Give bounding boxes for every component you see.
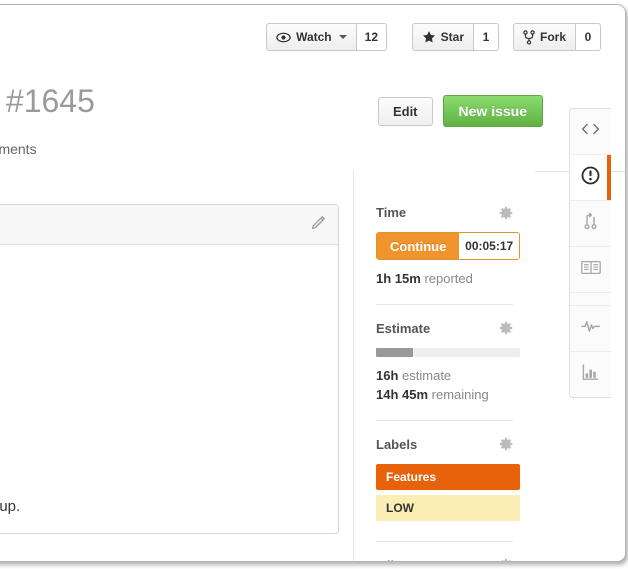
estimate-progress-fill — [376, 347, 414, 357]
fork-count[interactable]: 0 — [575, 23, 601, 51]
rail-item-issues[interactable] — [570, 155, 611, 201]
watch-button[interactable]: Watch — [266, 23, 356, 51]
pencil-icon[interactable] — [309, 215, 326, 237]
graph-icon — [582, 363, 599, 386]
pulse-icon — [580, 319, 601, 338]
continue-timer-button[interactable]: Continue — [377, 233, 460, 259]
issue-opened-icon — [581, 166, 600, 190]
comment-card: roup. — [0, 204, 339, 534]
watch-count[interactable]: 12 — [355, 23, 387, 51]
gear-icon[interactable] — [499, 558, 513, 561]
fork-button-group[interactable]: Fork 0 — [512, 23, 601, 51]
estimate-total: 16h estimate — [376, 366, 513, 386]
gear-icon[interactable] — [499, 321, 513, 335]
time-tracker-control[interactable]: Continue 00:05:17 — [376, 232, 520, 260]
repo-nav-rail — [569, 108, 611, 398]
book-icon — [580, 260, 601, 280]
rail-item-code[interactable] — [570, 109, 611, 155]
time-reported-suffix: reported — [424, 271, 473, 286]
star-label: Star — [440, 30, 464, 44]
star-button-group[interactable]: Star 1 — [411, 23, 499, 51]
gear-icon[interactable] — [499, 206, 513, 220]
time-section-title: Time — [376, 205, 407, 220]
timer-value: 00:05:17 — [459, 233, 519, 259]
issue-meta: omments — [0, 141, 37, 157]
estimate-value: 16h — [376, 367, 399, 383]
star-count[interactable]: 1 — [473, 23, 499, 51]
sidebar-section-time: Time Continue 00:05:17 1h 15m reported — [376, 171, 520, 305]
rail-item-graphs[interactable] — [570, 352, 611, 397]
code-icon — [581, 122, 600, 141]
time-reported-value: 1h 15m — [376, 271, 421, 286]
rail-item-wiki[interactable] — [570, 247, 611, 293]
fork-icon — [523, 29, 535, 45]
comment-card-header — [0, 205, 338, 245]
star-icon — [422, 30, 436, 44]
issue-header-actions: Edit New issue — [377, 95, 543, 127]
sidebar-section-labels: Labels Features LOW — [376, 421, 520, 542]
discussion-column: roup. — [0, 171, 354, 561]
label-list: Features LOW — [376, 463, 520, 521]
comment-card-body: roup. — [0, 245, 338, 533]
screenshot-root: Watch 12 Star 1 Fork 0 #1645 ents Edit N… — [0, 0, 628, 569]
remaining-value: 14h 45m — [376, 387, 429, 402]
watch-button-group[interactable]: Watch 12 — [266, 23, 387, 51]
star-button[interactable]: Star — [411, 23, 473, 51]
gear-icon[interactable] — [499, 437, 513, 451]
rail-item-pull-requests[interactable] — [570, 201, 611, 247]
sidebar-section-estimate: Estimate 16h estimate 14h 45m remaining — [376, 305, 520, 421]
fork-label: Fork — [539, 30, 566, 44]
estimate-remaining: 14h 45m remaining — [376, 385, 513, 405]
sidebar-section-milestone: Milestone — [376, 542, 513, 562]
label-chip[interactable]: Features — [376, 463, 520, 490]
estimate-progress-bar — [376, 347, 520, 357]
chevron-down-icon — [338, 35, 347, 39]
milestone-section-title: Milestone — [376, 558, 436, 562]
new-issue-button[interactable]: New issue — [442, 95, 543, 127]
label-chip[interactable]: LOW — [376, 494, 520, 521]
fork-button[interactable]: Fork — [512, 23, 575, 51]
rail-item-pulse[interactable] — [570, 306, 611, 352]
issue-header: v #1645 omments Edit New issue — [0, 69, 625, 172]
estimate-suffix: estimate — [402, 367, 452, 383]
repo-action-bar: Watch 12 Star 1 Fork 0 — [0, 5, 625, 70]
eye-icon — [276, 32, 291, 43]
watch-label: Watch — [296, 30, 332, 44]
issue-body: roup. Time — [0, 171, 625, 561]
issue-sidebar: Time Continue 00:05:17 1h 15m reported E… — [354, 171, 535, 561]
comment-text: roup. — [0, 498, 21, 515]
edit-button[interactable]: Edit — [377, 96, 433, 126]
rail-divider — [570, 293, 611, 306]
browser-window: Watch 12 Star 1 Fork 0 #1645 ents Edit N… — [0, 4, 626, 562]
remaining-suffix: remaining — [431, 387, 489, 402]
labels-section-title: Labels — [376, 436, 418, 452]
estimate-section-title: Estimate — [376, 320, 431, 336]
page-title: v #1645 — [0, 83, 95, 119]
git-pull-request-icon — [583, 212, 598, 235]
time-reported: 1h 15m reported — [376, 269, 513, 289]
